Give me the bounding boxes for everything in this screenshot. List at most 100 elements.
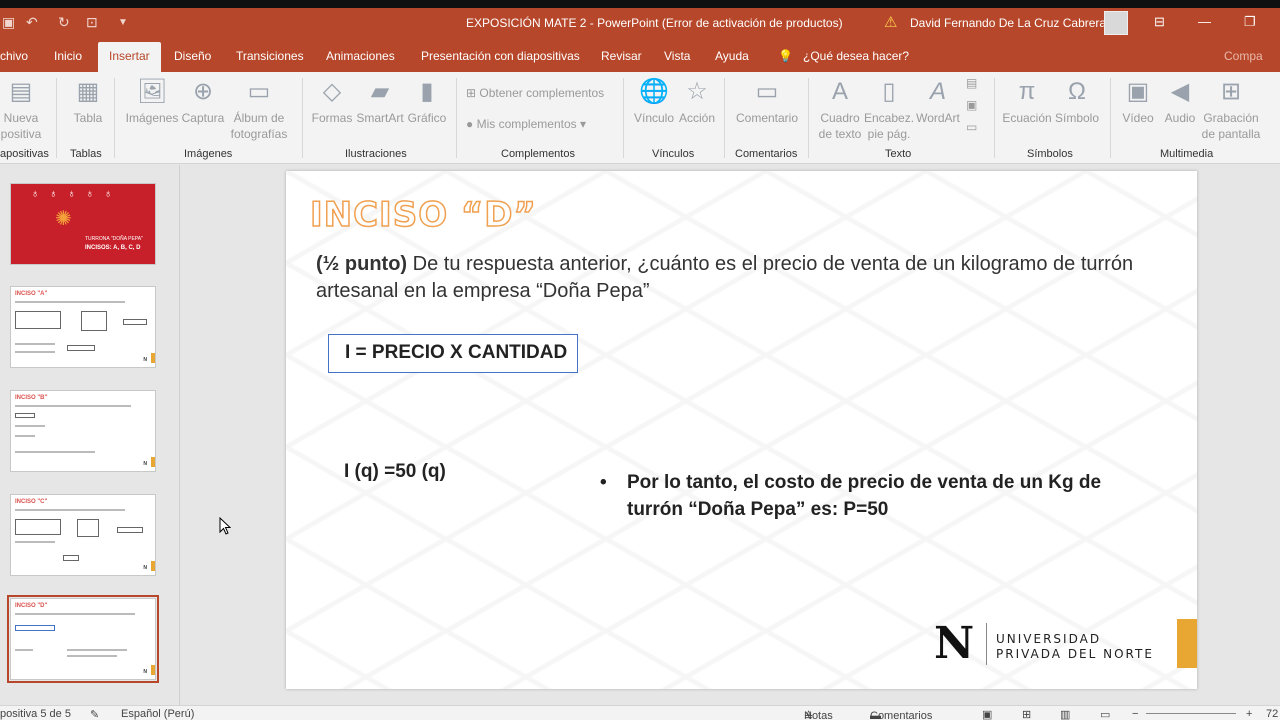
- tab-archivo[interactable]: chivo: [0, 49, 28, 63]
- header-footer-button[interactable]: ▯ Encabez. pie pág.: [864, 78, 914, 142]
- mouse-cursor-icon: [219, 517, 231, 535]
- group-separator: [994, 78, 995, 158]
- photo-album-button[interactable]: ▭ Álbum de fotografías: [226, 78, 292, 142]
- tell-me-search[interactable]: ¿Qué desea hacer?: [803, 49, 909, 63]
- slide-question[interactable]: (½ punto) De tu respuesta anterior, ¿cuá…: [316, 251, 1176, 305]
- income-equation[interactable]: I (q) =50 (q): [344, 461, 446, 483]
- tab-vista[interactable]: Vista: [664, 49, 690, 63]
- thumb-text-line: [15, 649, 33, 651]
- share-button[interactable]: Compa: [1224, 49, 1263, 63]
- status-bar: positiva 5 de 5 ✎ Español (Perú) ≜ Notas…: [0, 705, 1280, 720]
- equation-button[interactable]: π Ecuación: [1000, 78, 1054, 126]
- zoom-level[interactable]: 72: [1266, 708, 1278, 720]
- group-separator: [456, 78, 457, 158]
- wordart-button[interactable]: A WordArt: [914, 78, 962, 126]
- screen-recording-button[interactable]: ⊞ Grabación de pantalla: [1200, 78, 1262, 142]
- bullet-dot: •: [600, 472, 607, 493]
- new-slide-icon: ▤: [9, 78, 33, 105]
- images-button[interactable]: 🖼 Imágenes: [124, 78, 180, 126]
- slide-thumbnail-1[interactable]: ♁♁♁♁♁ ✺ TURRONA "DOÑA PEPA" INCISOS: A, …: [10, 183, 156, 265]
- customize-qat-icon[interactable]: ▼: [118, 17, 128, 28]
- slide-canvas[interactable]: INCISO “D” (½ punto) De tu respuesta ant…: [286, 171, 1197, 689]
- zoom-slider[interactable]: [1146, 713, 1236, 714]
- symbol-button[interactable]: Ω Símbolo: [1052, 78, 1102, 126]
- table-button[interactable]: ▦ Tabla: [68, 78, 108, 126]
- thumb-table: [15, 519, 61, 535]
- thumb-graph: [81, 311, 107, 331]
- zoom-in-icon[interactable]: +: [1246, 708, 1252, 720]
- group-label-tables: Tablas: [70, 148, 102, 160]
- reading-view-icon[interactable]: ▥: [1060, 708, 1070, 720]
- title-bar: ▣ ↶ ↻ ⊡ ▼ EXPOSICIÓN MATE 2 - PowerPoint…: [0, 0, 1280, 40]
- group-separator: [114, 78, 115, 158]
- tab-inicio[interactable]: Inicio: [54, 49, 82, 63]
- object-icon[interactable]: ▭: [966, 120, 977, 134]
- tab-presentacion[interactable]: Presentación con diapositivas: [421, 49, 580, 63]
- tab-diseno[interactable]: Diseño: [174, 49, 211, 63]
- thumb-accent-bar: [151, 561, 155, 571]
- language-indicator[interactable]: Español (Perú): [121, 708, 194, 720]
- slide-thumbnail-2[interactable]: INCISO "A" N: [10, 286, 156, 368]
- undo-icon[interactable]: ↶: [26, 14, 38, 31]
- minimize-icon[interactable]: —: [1198, 14, 1211, 29]
- restore-icon[interactable]: ❐: [1244, 14, 1256, 30]
- slide-thumbnails-pane: ♁♁♁♁♁ ✺ TURRONA "DOÑA PEPA" INCISOS: A, …: [0, 165, 180, 705]
- video-icon: ▣: [1126, 78, 1150, 105]
- tab-animaciones[interactable]: Animaciones: [326, 49, 395, 63]
- avatar[interactable]: [1104, 11, 1128, 35]
- slide-counter: positiva 5 de 5: [0, 708, 71, 720]
- present-icon[interactable]: ⊡: [86, 14, 98, 31]
- normal-view-icon[interactable]: ▣: [982, 708, 992, 720]
- tab-revisar[interactable]: Revisar: [601, 49, 642, 63]
- header-footer-icon: ▯: [882, 78, 896, 105]
- slide-heading[interactable]: INCISO “D”: [309, 194, 537, 236]
- slide-accent-bar: [1177, 619, 1197, 668]
- smartart-icon: ▰: [370, 78, 390, 105]
- comment-button[interactable]: ▭ Comentario: [732, 78, 802, 126]
- slide-thumbnail-4[interactable]: INCISO "C" N: [10, 494, 156, 576]
- slide-sorter-icon[interactable]: ⊞: [1022, 708, 1031, 720]
- save-icon[interactable]: ▣: [2, 14, 15, 31]
- thumb-text-line: [15, 541, 55, 543]
- action-button[interactable]: ☆ Acción: [676, 78, 718, 126]
- chart-button[interactable]: ▮ Gráfico: [406, 78, 448, 126]
- date-time-icon[interactable]: ▤: [966, 76, 977, 90]
- my-addins-button[interactable]: ● Mis complementos ▾: [466, 117, 586, 131]
- omega-icon: Ω: [1068, 78, 1086, 105]
- link-button[interactable]: 🌐 Vínculo: [632, 78, 676, 126]
- slide-background-pattern: [286, 171, 1197, 689]
- shapes-button[interactable]: ◇ Formas: [310, 78, 354, 126]
- thumb-table: [15, 311, 61, 329]
- group-label-slides: apositivas: [0, 148, 49, 160]
- slide-number-icon[interactable]: ▣: [966, 98, 977, 112]
- slideshow-icon[interactable]: ▭: [1100, 708, 1110, 720]
- thumb-box: [63, 555, 79, 561]
- tab-insertar[interactable]: Insertar: [98, 42, 161, 72]
- user-name[interactable]: David Fernando De La Cruz Cabrera: [910, 16, 1106, 30]
- slide-thumbnail-5[interactable]: INCISO "D" N: [7, 595, 159, 683]
- thumb-accent-bar: [151, 457, 155, 467]
- group-label-addins: Complementos: [501, 148, 575, 160]
- table-icon: ▦: [76, 78, 100, 105]
- pi-icon: π: [1018, 78, 1036, 105]
- video-button[interactable]: ▣ Vídeo: [1118, 78, 1158, 126]
- screen-recording-icon: ⊞: [1220, 78, 1242, 105]
- tab-ayuda[interactable]: Ayuda: [715, 49, 749, 63]
- ribbon-display-icon[interactable]: ⊟: [1154, 14, 1165, 30]
- get-addins-button[interactable]: ⊞ Obtener complementos: [466, 86, 604, 100]
- slide-thumbnail-3[interactable]: INCISO "B" N: [10, 390, 156, 472]
- zoom-out-icon[interactable]: −: [1132, 708, 1138, 720]
- spellcheck-icon[interactable]: ✎: [90, 708, 99, 720]
- audio-button[interactable]: ◀ Audio: [1160, 78, 1200, 126]
- tab-transiciones[interactable]: Transiciones: [236, 49, 304, 63]
- group-label-comments: Comentarios: [735, 148, 798, 160]
- thumb-text-line: [15, 613, 135, 615]
- new-slide-button[interactable]: ▤ Nueva positiva: [0, 78, 44, 142]
- thumb1-title: INCISOS: A, B, C, D: [85, 245, 141, 251]
- textbox-button[interactable]: A Cuadro de texto: [814, 78, 866, 142]
- smartart-button[interactable]: ▰ SmartArt: [354, 78, 406, 126]
- thumb-logo: N: [143, 565, 147, 571]
- formula-box[interactable]: I = PRECIO X CANTIDAD: [328, 334, 579, 373]
- screenshot-button[interactable]: ⊕ Captura: [180, 78, 226, 126]
- redo-icon[interactable]: ↻: [58, 14, 70, 31]
